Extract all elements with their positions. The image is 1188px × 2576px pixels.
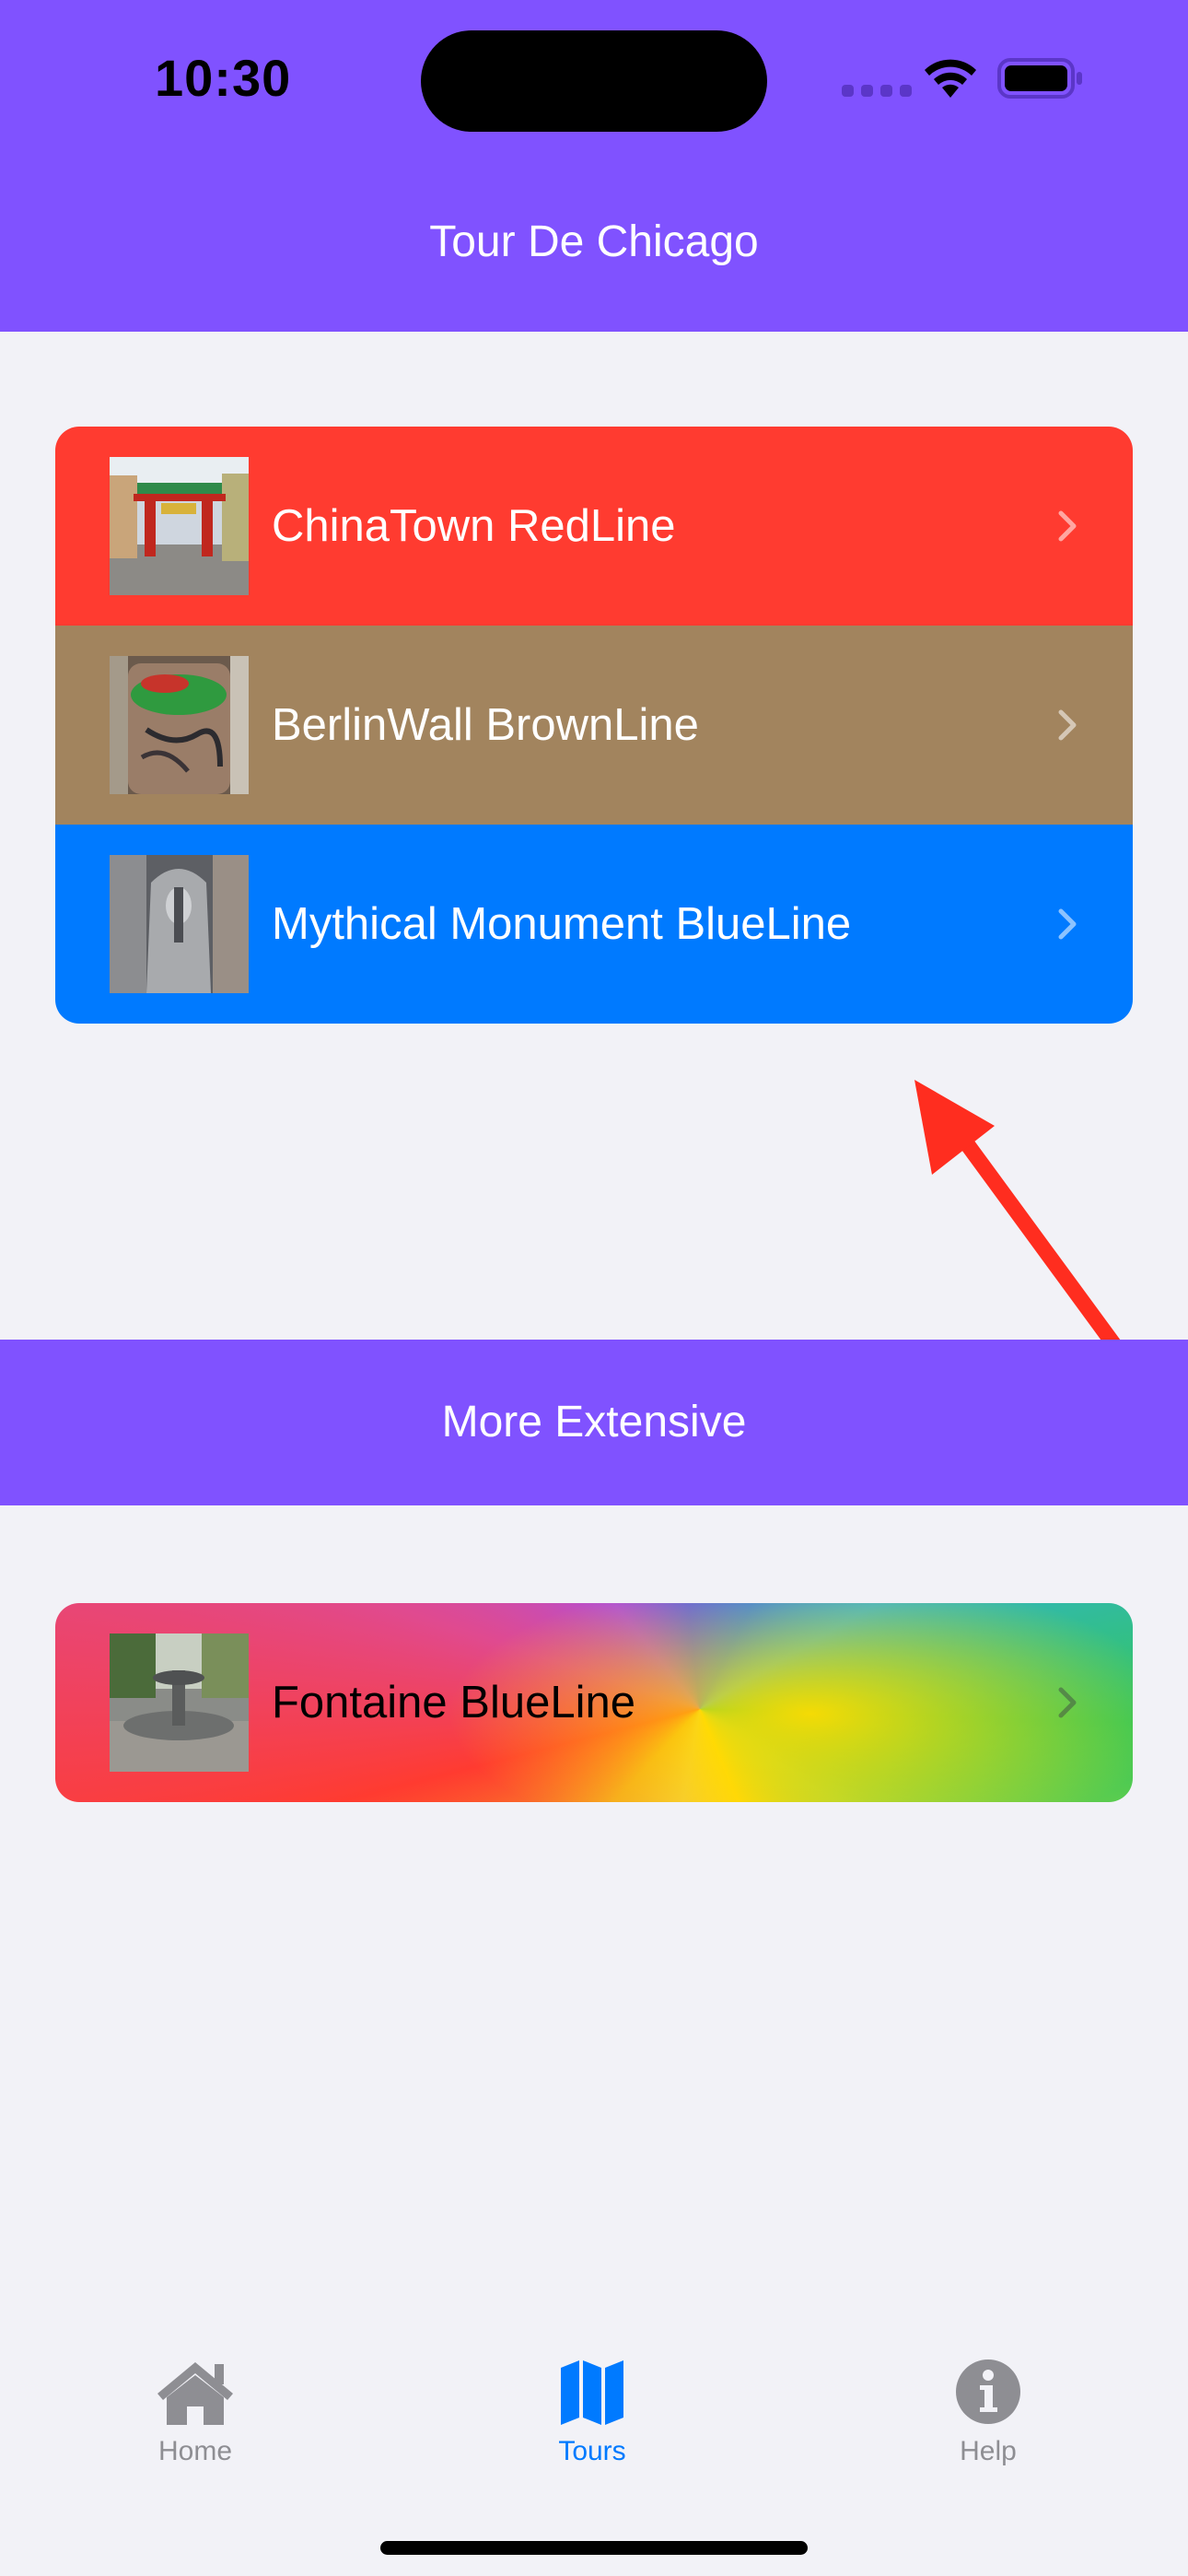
map-icon xyxy=(561,2360,623,2425)
home-indicator[interactable] xyxy=(380,2541,808,2555)
fountain-thumbnail xyxy=(110,1633,249,1772)
tab-label: Help xyxy=(960,2436,1017,2466)
chevron-right-icon xyxy=(1058,1687,1077,1718)
tab-tours[interactable]: Tours xyxy=(482,2357,703,2467)
tab-label: Home xyxy=(157,2436,233,2466)
house-icon xyxy=(157,2362,233,2425)
tab-label: Tours xyxy=(558,2436,626,2466)
tab-help[interactable]: Help xyxy=(878,2357,1099,2467)
tour-row-fontaine[interactable]: Fontaine BlueLine xyxy=(55,1603,1133,1802)
tour-label: Fontaine BlueLine xyxy=(272,1678,636,1727)
tab-home[interactable]: Home xyxy=(85,2357,306,2467)
annotation-arrow-icon xyxy=(914,1080,1128,1361)
info-icon xyxy=(956,2359,1020,2424)
section-header: More Extensive xyxy=(0,1340,1188,1505)
section-title: More Extensive xyxy=(441,1398,747,1446)
